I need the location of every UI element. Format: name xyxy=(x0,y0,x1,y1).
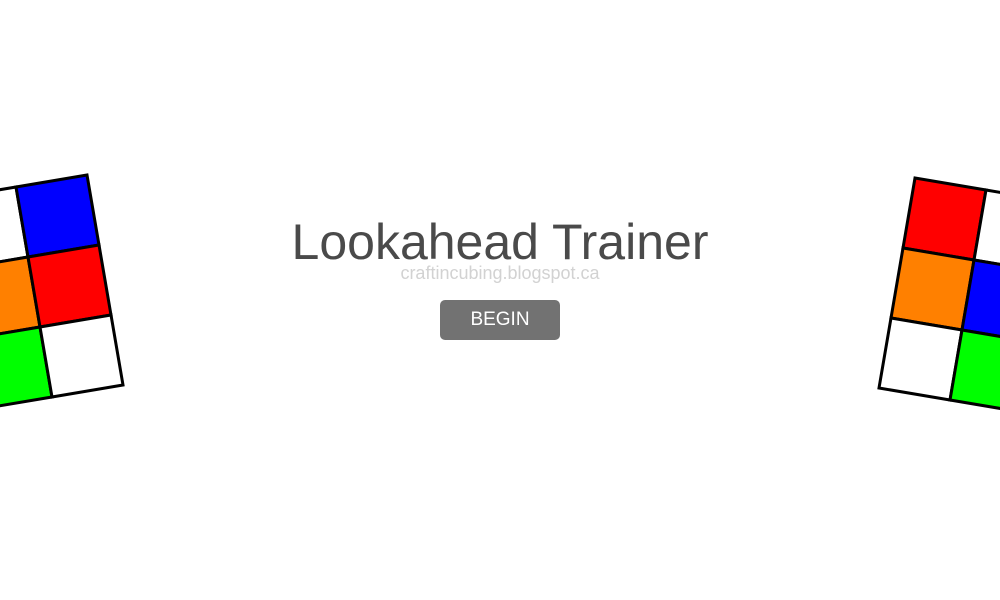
right-cube-sticker-r2-c0 xyxy=(877,316,964,402)
left-cube-face xyxy=(0,173,125,408)
site-credit: craftincubing.blogspot.ca xyxy=(400,263,600,283)
left-cube-sticker-r2-c1 xyxy=(38,313,125,399)
app-stage: Lookahead Trainer craftincubing.blogspot… xyxy=(0,0,1000,600)
begin-button[interactable]: BEGIN xyxy=(440,300,560,340)
